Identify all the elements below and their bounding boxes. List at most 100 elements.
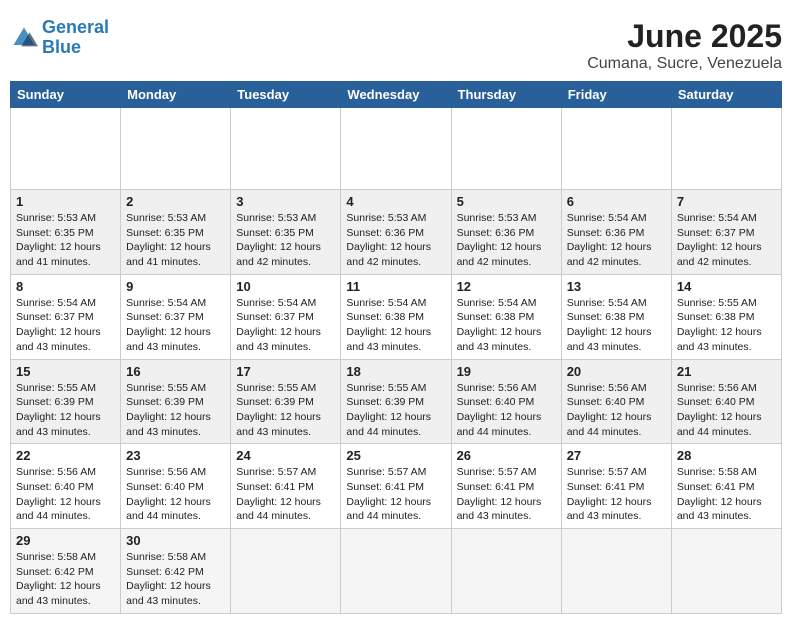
week-row-3: 15Sunrise: 5:55 AMSunset: 6:39 PMDayligh… — [11, 359, 782, 444]
calendar-cell: 12 Sunrise: 5:54 AMSunset: 6:38 PMDayligh… — [451, 274, 561, 359]
col-tuesday: Tuesday — [231, 82, 341, 108]
calendar-cell — [11, 108, 121, 190]
day-number: 25 — [346, 448, 445, 463]
calendar-cell: 11 Sunrise: 5:54 AMSunset: 6:38 PMDayligh… — [341, 274, 451, 359]
calendar-cell: 26 Sunrise: 5:57 AMSunset: 6:41 PMDayligh… — [451, 444, 561, 529]
calendar-cell — [231, 529, 341, 614]
day-number: 23 — [126, 448, 225, 463]
day-info: Sunrise: 5:57 AMSunset: 6:41 PMDaylight:… — [567, 465, 666, 524]
day-info: Sunrise: 5:57 AMSunset: 6:41 PMDaylight:… — [236, 465, 335, 524]
day-info: Sunrise: 5:54 AMSunset: 6:38 PMDaylight:… — [346, 296, 445, 355]
day-number: 12 — [457, 279, 556, 294]
header: General Blue June 2025 Cumana, Sucre, Ve… — [10, 10, 782, 81]
subtitle: Cumana, Sucre, Venezuela — [587, 55, 782, 73]
calendar-cell — [231, 108, 341, 190]
day-info: Sunrise: 5:57 AMSunset: 6:41 PMDaylight:… — [457, 465, 556, 524]
col-friday: Friday — [561, 82, 671, 108]
week-row-5: 29Sunrise: 5:58 AMSunset: 6:42 PMDayligh… — [11, 529, 782, 614]
calendar-cell: 15Sunrise: 5:55 AMSunset: 6:39 PMDayligh… — [11, 359, 121, 444]
calendar-cell: 14 Sunrise: 5:55 AMSunset: 6:38 PMDayligh… — [671, 274, 781, 359]
day-number: 13 — [567, 279, 666, 294]
calendar-cell: 8 Sunrise: 5:54 AMSunset: 6:37 PMDaylight… — [11, 274, 121, 359]
day-number: 20 — [567, 364, 666, 379]
day-number: 19 — [457, 364, 556, 379]
day-number: 8 — [16, 279, 115, 294]
day-number: 17 — [236, 364, 335, 379]
calendar-cell — [341, 529, 451, 614]
col-monday: Monday — [121, 82, 231, 108]
day-info: Sunrise: 5:56 AMSunset: 6:40 PMDaylight:… — [677, 381, 776, 440]
col-wednesday: Wednesday — [341, 82, 451, 108]
day-number: 22 — [16, 448, 115, 463]
calendar-cell: 19 Sunrise: 5:56 AMSunset: 6:40 PMDayligh… — [451, 359, 561, 444]
calendar-cell: 20Sunrise: 5:56 AMSunset: 6:40 PMDayligh… — [561, 359, 671, 444]
day-info: Sunrise: 5:53 AMSunset: 6:36 PMDaylight:… — [346, 211, 445, 270]
day-number: 27 — [567, 448, 666, 463]
logo-text: General Blue — [42, 18, 109, 58]
day-info: Sunrise: 5:53 AMSunset: 6:35 PMDaylight:… — [126, 211, 225, 270]
day-number: 30 — [126, 533, 225, 548]
day-number: 26 — [457, 448, 556, 463]
day-number: 11 — [346, 279, 445, 294]
calendar-cell: 1Sunrise: 5:53 AMSunset: 6:35 PMDaylight… — [11, 190, 121, 275]
calendar-header-row: Sunday Monday Tuesday Wednesday Thursday… — [11, 82, 782, 108]
col-thursday: Thursday — [451, 82, 561, 108]
day-number: 14 — [677, 279, 776, 294]
day-info: Sunrise: 5:56 AMSunset: 6:40 PMDaylight:… — [16, 465, 115, 524]
week-row-0 — [11, 108, 782, 190]
calendar-cell: 10Sunrise: 5:54 AMSunset: 6:37 PMDayligh… — [231, 274, 341, 359]
day-number: 2 — [126, 194, 225, 209]
calendar-cell: 28Sunrise: 5:58 AMSunset: 6:41 PMDayligh… — [671, 444, 781, 529]
calendar-cell: 29Sunrise: 5:58 AMSunset: 6:42 PMDayligh… — [11, 529, 121, 614]
day-info: Sunrise: 5:54 AMSunset: 6:36 PMDaylight:… — [567, 211, 666, 270]
calendar-cell: 7Sunrise: 5:54 AMSunset: 6:37 PMDaylight… — [671, 190, 781, 275]
logo-icon — [10, 24, 38, 52]
day-number: 16 — [126, 364, 225, 379]
calendar-cell: 22 Sunrise: 5:56 AMSunset: 6:40 PMDayligh… — [11, 444, 121, 529]
calendar-cell — [121, 108, 231, 190]
day-info: Sunrise: 5:55 AMSunset: 6:39 PMDaylight:… — [346, 381, 445, 440]
week-row-1: 1Sunrise: 5:53 AMSunset: 6:35 PMDaylight… — [11, 190, 782, 275]
day-info: Sunrise: 5:55 AMSunset: 6:39 PMDaylight:… — [126, 381, 225, 440]
day-info: Sunrise: 5:56 AMSunset: 6:40 PMDaylight:… — [457, 381, 556, 440]
day-number: 9 — [126, 279, 225, 294]
title-block: June 2025 Cumana, Sucre, Venezuela — [587, 18, 782, 73]
calendar-cell: 2 Sunrise: 5:53 AMSunset: 6:35 PMDaylight… — [121, 190, 231, 275]
calendar-cell: 16 Sunrise: 5:55 AMSunset: 6:39 PMDayligh… — [121, 359, 231, 444]
day-info: Sunrise: 5:54 AMSunset: 6:37 PMDaylight:… — [236, 296, 335, 355]
calendar-table: Sunday Monday Tuesday Wednesday Thursday… — [10, 81, 782, 614]
day-number: 24 — [236, 448, 335, 463]
col-sunday: Sunday — [11, 82, 121, 108]
calendar-cell: 18 Sunrise: 5:55 AMSunset: 6:39 PMDayligh… — [341, 359, 451, 444]
calendar-cell: 17Sunrise: 5:55 AMSunset: 6:39 PMDayligh… — [231, 359, 341, 444]
day-number: 4 — [346, 194, 445, 209]
calendar-cell — [451, 529, 561, 614]
day-info: Sunrise: 5:58 AMSunset: 6:42 PMDaylight:… — [126, 550, 225, 609]
calendar-cell — [451, 108, 561, 190]
day-info: Sunrise: 5:54 AMSunset: 6:37 PMDaylight:… — [677, 211, 776, 270]
day-number: 6 — [567, 194, 666, 209]
day-info: Sunrise: 5:54 AMSunset: 6:37 PMDaylight:… — [16, 296, 115, 355]
day-info: Sunrise: 5:58 AMSunset: 6:42 PMDaylight:… — [16, 550, 115, 609]
week-row-4: 22 Sunrise: 5:56 AMSunset: 6:40 PMDayligh… — [11, 444, 782, 529]
day-number: 28 — [677, 448, 776, 463]
col-saturday: Saturday — [671, 82, 781, 108]
calendar-cell — [341, 108, 451, 190]
day-info: Sunrise: 5:55 AMSunset: 6:39 PMDaylight:… — [16, 381, 115, 440]
day-info: Sunrise: 5:53 AMSunset: 6:36 PMDaylight:… — [457, 211, 556, 270]
day-info: Sunrise: 5:56 AMSunset: 6:40 PMDaylight:… — [126, 465, 225, 524]
day-number: 18 — [346, 364, 445, 379]
calendar-cell: 3Sunrise: 5:53 AMSunset: 6:35 PMDaylight… — [231, 190, 341, 275]
day-info: Sunrise: 5:55 AMSunset: 6:38 PMDaylight:… — [677, 296, 776, 355]
calendar-cell: 9 Sunrise: 5:54 AMSunset: 6:37 PMDaylight… — [121, 274, 231, 359]
day-number: 21 — [677, 364, 776, 379]
day-info: Sunrise: 5:53 AMSunset: 6:35 PMDaylight:… — [16, 211, 115, 270]
day-info: Sunrise: 5:54 AMSunset: 6:38 PMDaylight:… — [457, 296, 556, 355]
calendar-cell: 25Sunrise: 5:57 AMSunset: 6:41 PMDayligh… — [341, 444, 451, 529]
calendar-cell — [671, 108, 781, 190]
logo: General Blue — [10, 18, 109, 58]
calendar-cell — [561, 529, 671, 614]
day-number: 3 — [236, 194, 335, 209]
day-info: Sunrise: 5:54 AMSunset: 6:37 PMDaylight:… — [126, 296, 225, 355]
calendar-cell: 23 Sunrise: 5:56 AMSunset: 6:40 PMDayligh… — [121, 444, 231, 529]
